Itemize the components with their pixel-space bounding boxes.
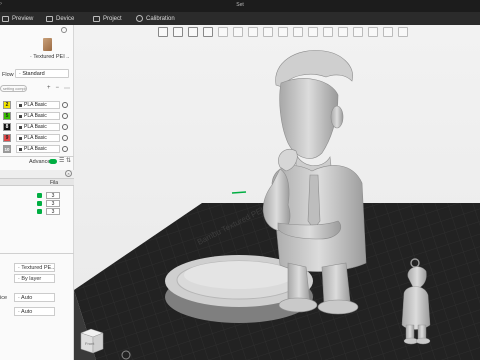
filament-remove-icon[interactable] (62, 124, 68, 130)
filament-row[interactable]: 10 PLA Basic (3, 145, 71, 154)
object-row[interactable]: 3 (37, 192, 63, 199)
filament-remove-icon[interactable] (62, 146, 68, 152)
object-filament-value[interactable]: 3 (46, 208, 60, 215)
filament-swatch (19, 148, 22, 151)
add-filament-button[interactable]: + (47, 85, 51, 92)
filament-row[interactable]: 9 PLA Basic (3, 134, 71, 143)
calibration-icon (136, 15, 143, 22)
filament-remove-icon[interactable] (62, 102, 68, 108)
close-icon[interactable]: × (65, 170, 72, 177)
title-bar: › Set (0, 0, 480, 12)
preview-icon (2, 15, 9, 22)
window-title: Set (236, 2, 244, 8)
device-icon (46, 15, 53, 22)
plate-type-label[interactable]: · Textured PEI .. (30, 54, 69, 60)
tab-device-label: Device (56, 15, 75, 22)
filament-name: PLA Basic (24, 113, 47, 119)
project-icon (93, 15, 100, 22)
remove-filament-button[interactable]: − (56, 85, 60, 92)
objects-header: × (0, 170, 74, 178)
advanced-toggle[interactable] (49, 159, 57, 164)
divider (0, 253, 74, 254)
scene: Bambu Textured PEI Plate Front (74, 50, 480, 360)
filament-number[interactable]: 2 (3, 101, 11, 109)
flow-label: Flow (2, 72, 14, 78)
tab-project[interactable]: Project (93, 14, 122, 23)
object-filament-value[interactable]: 3 (46, 192, 60, 199)
object-visible-checkbox[interactable] (37, 209, 42, 214)
filament-remove-icon[interactable] (62, 113, 68, 119)
object-row[interactable]: 3 (37, 200, 63, 207)
filament-row[interactable]: 2 PLA Basic (3, 101, 71, 110)
object-row[interactable]: 3 (37, 208, 63, 215)
plate-type-icon[interactable] (43, 38, 52, 51)
filament-swatch (19, 104, 22, 107)
filament-number[interactable]: 10 (3, 145, 11, 153)
filament-swatch (19, 126, 22, 129)
nav-cube-label: Front (85, 341, 95, 346)
top-nav: Preview Device Project Calibration (0, 12, 480, 25)
filament-column-header: Fila (50, 180, 59, 186)
auto-select-1[interactable]: · Auto (14, 293, 55, 302)
filament-name: PLA Basic (24, 102, 47, 108)
filament-select[interactable]: PLA Basic (16, 123, 60, 131)
flow-select[interactable]: · Standard (15, 69, 69, 78)
filament-name: PLA Basic (24, 146, 47, 152)
list-icon[interactable]: ☰ ⇅ (59, 157, 71, 164)
object-visible-checkbox[interactable] (37, 201, 42, 206)
3d-viewport[interactable]: Bambu Textured PEI Plate Front (74, 25, 480, 360)
filament-swatch (19, 115, 22, 118)
more-filament-button[interactable]: ⋯ (64, 85, 70, 92)
settings-gear-icon[interactable] (61, 27, 67, 33)
tab-project-label: Project (103, 15, 122, 22)
sequence-select[interactable]: · By layer (14, 274, 55, 283)
tab-device[interactable]: Device (46, 14, 74, 23)
filament-row[interactable]: 5 PLA Basic (3, 112, 71, 121)
filament-tools: + − ⋯ (47, 85, 70, 92)
tab-calibration[interactable]: Calibration (136, 14, 175, 23)
tab-calibration-label: Calibration (146, 15, 175, 22)
axis-indicator (231, 191, 247, 194)
filament-row[interactable]: 8 PLA Basic (3, 123, 71, 132)
object-filament-value[interactable]: 3 (46, 200, 60, 207)
object-visible-checkbox[interactable] (37, 193, 42, 198)
tab-preview-label: Preview (12, 15, 34, 22)
filament-remove-icon[interactable] (62, 135, 68, 141)
slice-label: ice (0, 295, 8, 301)
filament-number[interactable]: 9 (3, 134, 11, 142)
advanced-row: Advanced ☰ ⇅ (0, 157, 74, 167)
filament-swatch (19, 137, 22, 140)
tab-preview[interactable]: Preview (2, 14, 33, 23)
filament-number[interactable]: 8 (3, 123, 11, 131)
filament-select[interactable]: PLA Basic (16, 112, 60, 120)
filament-name: PLA Basic (24, 124, 47, 130)
plate-type-select[interactable]: · Textured PE.. (14, 263, 55, 272)
filament-number[interactable]: 5 (3, 112, 11, 120)
filament-select[interactable]: PLA Basic (16, 101, 60, 109)
auto-select-2[interactable]: · Auto (14, 307, 55, 316)
setting-pill[interactable]: setting complete (0, 85, 27, 92)
filament-select[interactable]: PLA Basic (16, 134, 60, 142)
objects-column-header: Fila (0, 178, 74, 186)
left-sidebar: · Textured PEI .. Flow · Standard settin… (0, 25, 74, 360)
filament-name: PLA Basic (24, 135, 47, 141)
filament-select[interactable]: PLA Basic (16, 145, 60, 153)
